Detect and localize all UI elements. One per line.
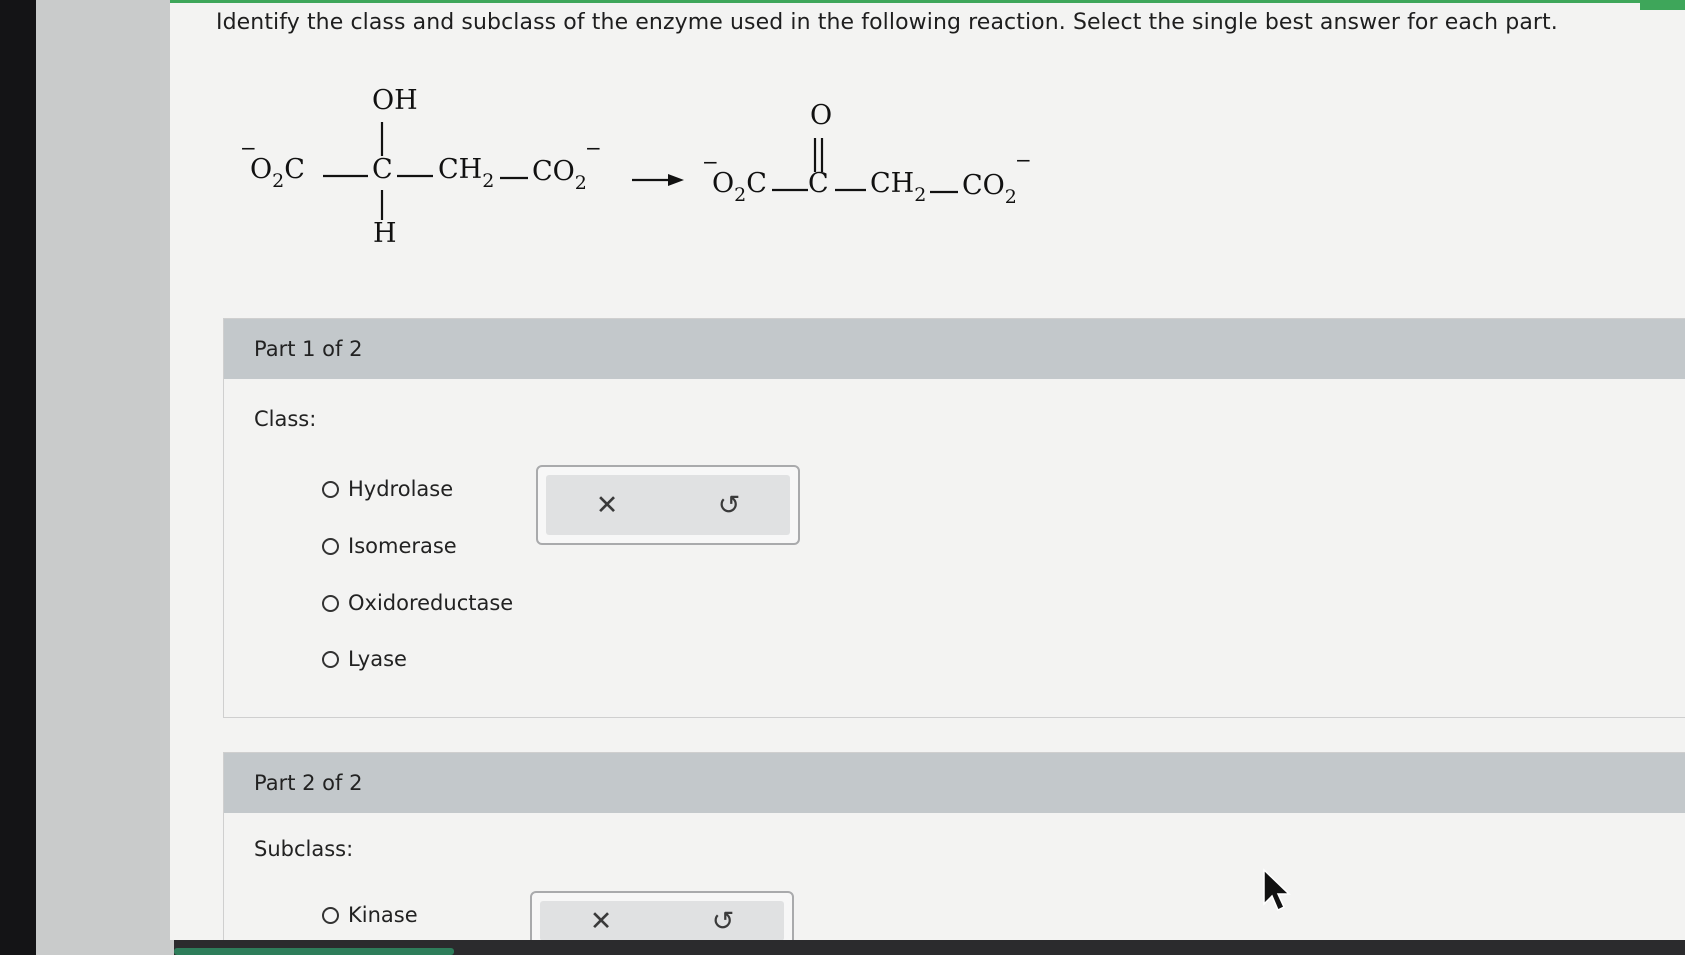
radio-kinase[interactable]: [322, 906, 339, 924]
part-2-control-bar: ✕ ↺: [540, 901, 784, 941]
question-page: Identify the class and subclass of the e…: [170, 0, 1685, 951]
screen-bezel: [0, 0, 36, 955]
undo-icon[interactable]: ↺: [712, 908, 735, 935]
product-right-group: CO2: [962, 170, 1017, 209]
top-accent-bar: [170, 0, 1685, 10]
option-lyase[interactable]: Lyase: [322, 647, 407, 671]
class-label: Class:: [254, 407, 317, 431]
option-hydrolase[interactable]: Hydrolase: [322, 477, 453, 501]
reaction-diagram: − O2C OH C H CH2 CO2 − − O2C O C CH2 CO2…: [240, 80, 1270, 280]
part-1-panel: Part 1 of 2 Class: Hydrolase Isomerase O…: [223, 318, 1685, 718]
reaction-bonds: [323, 122, 958, 220]
bottom-green-bar: [174, 948, 454, 955]
option-oxidoreductase-label: Oxidoreductase: [348, 591, 514, 615]
subclass-label: Subclass:: [254, 837, 354, 861]
option-lyase-label: Lyase: [348, 647, 407, 671]
product-chain: CH2: [870, 168, 927, 207]
part-2-panel: Part 2 of 2 Subclass: Kinase ✕ ↺: [223, 752, 1685, 951]
clear-x-icon[interactable]: ✕: [596, 492, 619, 519]
product-right-charge: −: [1015, 148, 1032, 172]
part-2-header: Part 2 of 2: [224, 753, 1685, 813]
mouse-cursor-icon: [1263, 868, 1291, 912]
product-center-carbon: C: [808, 168, 829, 199]
page-margin: [36, 0, 174, 955]
option-oxidoreductase[interactable]: Oxidoreductase: [322, 591, 513, 615]
radio-oxidoreductase[interactable]: [322, 594, 339, 612]
part-1-control-bar: ✕ ↺: [546, 475, 790, 535]
option-isomerase-label: Isomerase: [348, 534, 457, 558]
part-1-answer-controls: ✕ ↺: [536, 465, 800, 545]
option-kinase-label: Kinase: [348, 903, 418, 927]
product-left-group: O2C: [712, 168, 767, 207]
option-kinase[interactable]: Kinase: [322, 903, 418, 927]
question-text: Identify the class and subclass of the e…: [216, 10, 1558, 35]
radio-hydrolase[interactable]: [322, 480, 339, 498]
reaction-arrow-head: [668, 174, 684, 186]
radio-lyase[interactable]: [322, 650, 339, 668]
option-hydrolase-label: Hydrolase: [348, 477, 454, 501]
undo-icon[interactable]: ↺: [718, 492, 741, 519]
option-isomerase[interactable]: Isomerase: [322, 534, 457, 558]
radio-isomerase[interactable]: [322, 537, 339, 555]
product-top-oxygen: O: [810, 100, 833, 131]
clear-x-icon[interactable]: ✕: [590, 908, 613, 935]
part-1-header: Part 1 of 2: [224, 319, 1685, 379]
